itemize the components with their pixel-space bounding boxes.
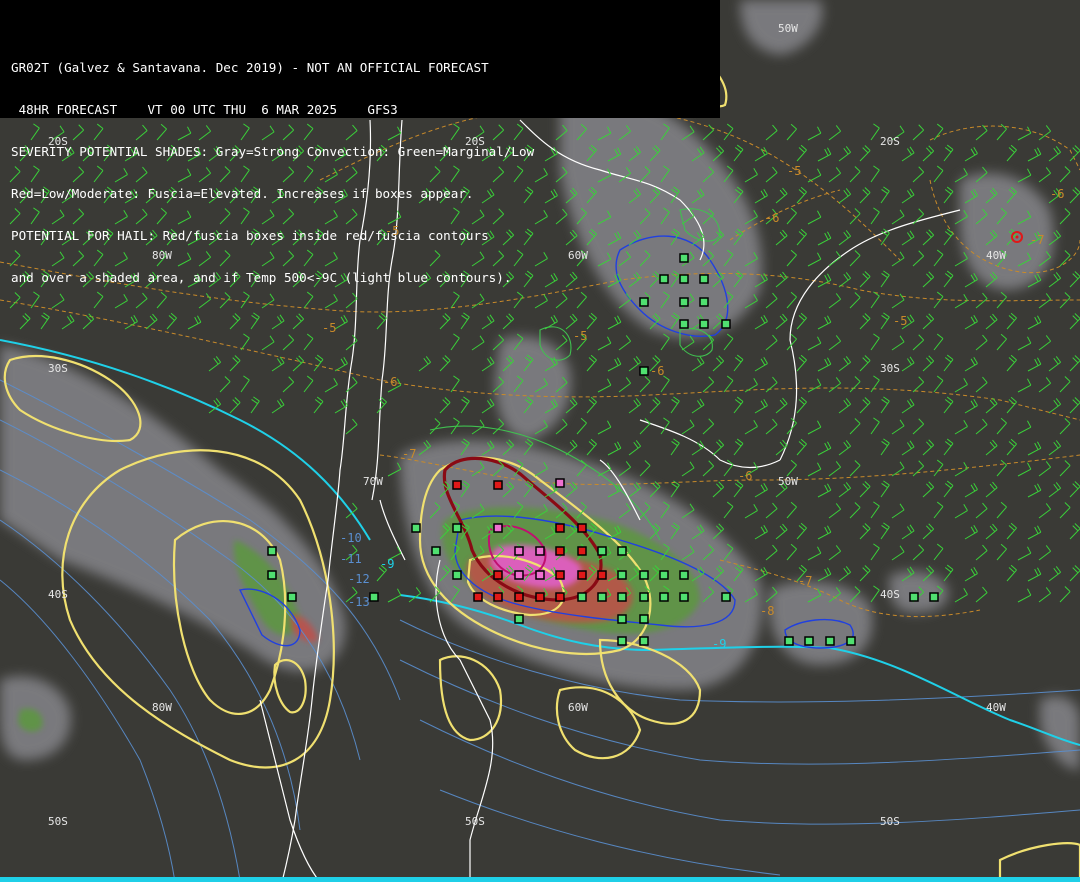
contour-label: -10 xyxy=(340,531,362,545)
grid-label: 80W xyxy=(152,701,172,714)
header-line: 48HR FORECAST VT 00 UTC THU 6 MAR 2025 G… xyxy=(11,103,398,117)
grid-label: 50W xyxy=(778,475,798,488)
contour-label: -7 xyxy=(798,574,812,588)
contour-label: -13 xyxy=(348,595,370,609)
grid-label: 50S xyxy=(48,815,68,828)
header-line: GR02T (Galvez & Santavana. Dec 2019) - N… xyxy=(11,61,489,75)
contour-label: -12 xyxy=(348,572,370,586)
bottom-border xyxy=(0,877,1080,882)
grid-label: 50S xyxy=(465,815,485,828)
grid-label: 40S xyxy=(48,588,68,601)
contour-label: -7 xyxy=(1030,233,1044,247)
contour-label: -5 xyxy=(573,329,587,343)
header-line: Red=Low/Moderate: Fuscia=Elevated. Incre… xyxy=(11,187,474,201)
grid-label: 40W xyxy=(986,249,1006,262)
grid-label: 70W xyxy=(363,475,383,488)
contour-label: -6 xyxy=(738,469,752,483)
grid-label: 50W xyxy=(778,22,798,35)
grid-label: 20S xyxy=(880,135,900,148)
grid-label: 50S xyxy=(880,815,900,828)
grid-label: 40W xyxy=(986,701,1006,714)
contour-label: -6 xyxy=(650,364,664,378)
forecast-header: GR02T (Galvez & Santavana. Dec 2019) - N… xyxy=(0,0,720,285)
contour-label: -9 xyxy=(712,637,726,651)
header-line: SEVERITY POTENTIAL SHADES: Gray=Strong C… xyxy=(11,145,535,159)
contour-label: -11 xyxy=(340,552,362,566)
contour-label: -6 xyxy=(383,375,397,389)
contour-label: -9 xyxy=(380,557,394,571)
grid-label: 30S xyxy=(880,362,900,375)
contour-label: -8 xyxy=(760,604,774,618)
grid-label: 30S xyxy=(48,362,68,375)
contour-label: -6 xyxy=(1050,187,1064,201)
header-line: and over a shaded area, and if Temp 500<… xyxy=(11,271,512,285)
contour-label: -6 xyxy=(765,211,779,225)
contour-label: -5 xyxy=(787,164,801,178)
header-line: POTENTIAL FOR HAIL: Red/fuscia boxes ins… xyxy=(11,229,489,243)
grid-label: 40S xyxy=(880,588,900,601)
contour-label: -5 xyxy=(893,314,907,328)
grid-label: 60W xyxy=(568,701,588,714)
contour-label: -7 xyxy=(402,447,416,461)
contour-label: -5 xyxy=(322,321,336,335)
